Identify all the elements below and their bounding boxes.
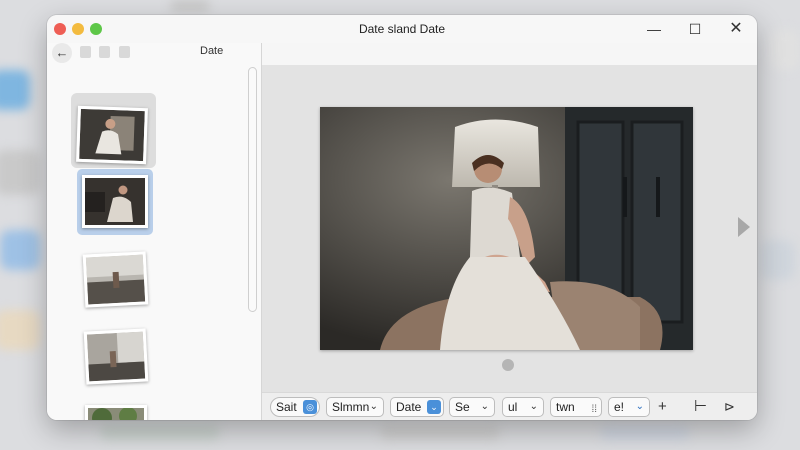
page-indicator-dot	[502, 359, 514, 371]
option-select-5[interactable]: ul ⌄	[502, 397, 544, 417]
desktop-icon	[0, 310, 40, 350]
thumbnail-1[interactable]	[76, 105, 148, 165]
grid-icon: ⁞⁞	[591, 404, 597, 415]
share-icon[interactable]: ⊳	[724, 397, 735, 417]
thumbnail-image	[86, 331, 146, 382]
option-select-5-label: ul	[508, 400, 518, 414]
photo-viewer-window: Date sland Date — ☐ ✕ ← Date Sait ◎ Slmm…	[47, 15, 757, 420]
toolbar-square-icon[interactable]	[119, 46, 130, 58]
option-select-6[interactable]: twn ⁞⁞	[550, 397, 602, 417]
sidebar-scrollbar[interactable]	[248, 67, 257, 312]
sidebar-title: Date	[200, 45, 224, 57]
thumbnail-list	[47, 65, 247, 420]
sort-control[interactable]: Sait ◎	[270, 397, 320, 417]
thumbnail-5[interactable]	[85, 405, 147, 420]
desktop-icon	[170, 0, 210, 12]
minimize-icon[interactable]: —	[644, 19, 664, 39]
chevron-down-icon: ⌄	[529, 401, 538, 412]
viewer-top-strip	[262, 43, 757, 65]
chevron-down-icon: ⌄	[427, 400, 441, 414]
desktop-dock	[380, 425, 500, 441]
filter-select-label: Slmmn	[332, 400, 370, 414]
thumbnail-2[interactable]	[82, 175, 148, 228]
main-photo[interactable]	[320, 107, 693, 350]
thumbnail-4[interactable]	[83, 328, 149, 385]
option-select-7[interactable]: e! ⌄	[608, 397, 650, 417]
desktop-icon	[760, 240, 795, 280]
option-select-7-label: e!	[614, 400, 625, 414]
date-select[interactable]: Date ⌄	[390, 397, 444, 417]
main-photo-image	[320, 107, 693, 350]
desktop-icon	[770, 30, 800, 70]
option-select-6-label: twn	[556, 400, 575, 414]
sort-icon: ◎	[303, 400, 317, 414]
desktop-icon	[0, 70, 30, 110]
toolbar-square-icon[interactable]	[99, 46, 110, 58]
toolbar-square-icon[interactable]	[80, 46, 91, 58]
date-select-label: Date	[396, 400, 422, 414]
sidebar: ← Date	[47, 43, 262, 420]
thumbnail-image	[79, 108, 145, 162]
desktop-icon	[0, 230, 40, 270]
chevron-down-icon: ⌄	[635, 401, 644, 412]
maximize-icon[interactable]: ☐	[685, 19, 705, 39]
desktop-dock	[100, 425, 220, 441]
thumbnail-image	[85, 178, 145, 225]
desktop-dock	[600, 425, 690, 441]
close-icon[interactable]: ✕	[726, 19, 746, 39]
chevron-down-icon: ⌄	[369, 401, 378, 412]
desktop-icon	[0, 150, 40, 195]
back-icon[interactable]: ←	[52, 43, 72, 63]
thumbnail-3[interactable]	[82, 251, 149, 308]
title-bar: Date sland Date — ☐ ✕	[47, 15, 757, 43]
arrow-right-icon[interactable]	[738, 217, 750, 237]
chevron-down-icon: ⌄	[480, 401, 489, 412]
viewer-area: Sait ◎ Slmmn ⌄ Date ⌄ Se ⌄ ul ⌄ twn ⁞⁞ e…	[262, 43, 757, 420]
sort-label: Sait	[276, 400, 297, 414]
sidebar-toolbar: ← Date	[47, 43, 262, 65]
filter-select[interactable]: Slmmn ⌄	[326, 397, 384, 417]
thumbnail-image	[85, 254, 146, 305]
add-icon[interactable]: +	[658, 397, 667, 417]
thumbnail-image	[88, 407, 144, 420]
option-select-4-label: Se	[455, 400, 470, 414]
bottom-toolbar: Sait ◎ Slmmn ⌄ Date ⌄ Se ⌄ ul ⌄ twn ⁞⁞ e…	[262, 392, 757, 420]
split-icon[interactable]: ⊢	[694, 397, 707, 417]
option-select-4[interactable]: Se ⌄	[449, 397, 495, 417]
